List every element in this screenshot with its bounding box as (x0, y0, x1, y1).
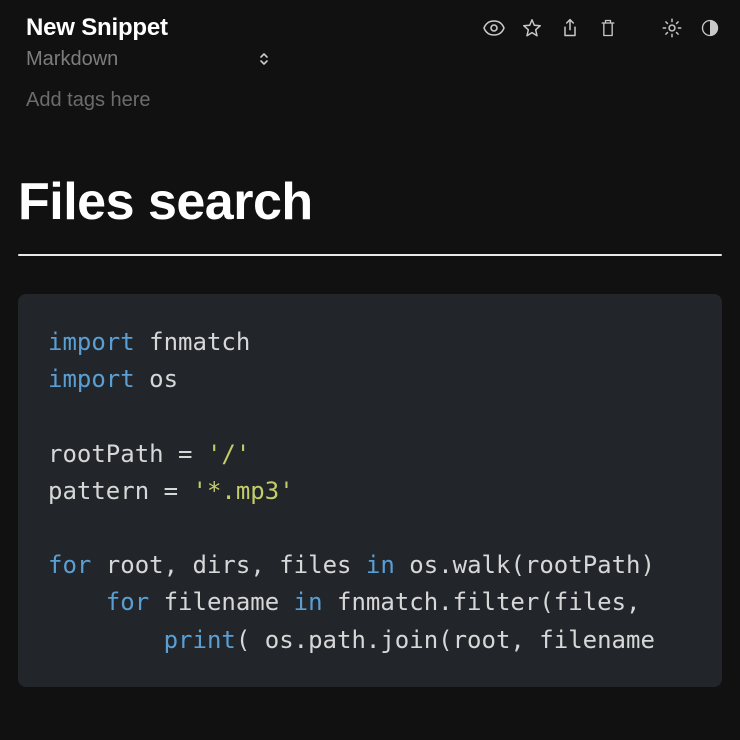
theme-toggle-icon[interactable] (698, 16, 722, 40)
divider (18, 254, 722, 256)
language-selector[interactable]: Markdown (26, 48, 482, 71)
snippet-title[interactable]: New Snippet (26, 14, 482, 42)
preview-icon[interactable] (482, 16, 506, 40)
toolbar (482, 14, 722, 40)
document-heading: Files search (18, 172, 722, 254)
language-label: Markdown (26, 48, 118, 71)
tags-input[interactable]: Add tags here (26, 89, 714, 112)
trash-icon[interactable] (596, 16, 620, 40)
code-block[interactable]: import fnmatch import os rootPath = '/' … (18, 294, 722, 687)
star-icon[interactable] (520, 16, 544, 40)
chevron-up-down-icon (258, 51, 270, 67)
gear-icon[interactable] (660, 16, 684, 40)
share-icon[interactable] (558, 16, 582, 40)
